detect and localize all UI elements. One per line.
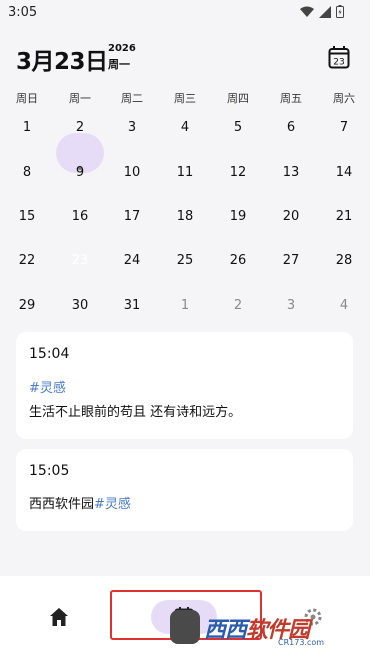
weekday-fri: 周五 (280, 92, 302, 105)
calendar-day[interactable]: 7 (324, 113, 364, 143)
note-text-line: 西西软件园#灵感 (29, 493, 131, 512)
calendar-day-next-month[interactable]: 4 (324, 291, 364, 321)
calendar-day[interactable]: 9 (60, 158, 100, 188)
watermark-logo-icon (170, 610, 200, 644)
calendar-day-next-month[interactable]: 3 (271, 291, 311, 321)
calendar-day[interactable]: 31 (112, 291, 152, 321)
calendar-day-selected[interactable]: 23 (60, 246, 100, 276)
calendar-day[interactable]: 19 (218, 202, 258, 232)
watermark-url: CR173.com (278, 638, 325, 647)
calendar-day[interactable]: 5 (218, 113, 258, 143)
note-card[interactable]: 15:05 西西软件园#灵感 (16, 449, 353, 531)
calendar-day[interactable]: 14 (324, 158, 364, 188)
calendar-day[interactable]: 3 (112, 113, 152, 143)
status-time: 3:05 (8, 5, 38, 20)
signal-icon (319, 5, 331, 18)
weekday-thu: 周四 (227, 92, 249, 105)
note-card[interactable]: 15:04 #灵感 生活不止眼前的苟且 还有诗和远方。 (16, 332, 353, 439)
calendar-day[interactable]: 24 (112, 246, 152, 276)
weekday-sat: 周六 (333, 92, 355, 105)
calendar-day[interactable]: 11 (165, 158, 205, 188)
weekday-wed: 周三 (174, 92, 196, 105)
calendar-day[interactable]: 2 (60, 113, 100, 143)
note-time: 15:05 (29, 463, 70, 479)
calendar-grid: 1 2 3 4 5 6 7 8 9 10 11 12 13 14 15 16 1… (0, 108, 370, 324)
calendar-today-day: 23 (333, 58, 344, 68)
calendar-day[interactable]: 21 (324, 202, 364, 232)
calendar-day[interactable]: 26 (218, 246, 258, 276)
calendar-day[interactable]: 13 (271, 158, 311, 188)
calendar-day[interactable]: 4 (165, 113, 205, 143)
weekday-row: 周日 周一 周二 周三 周四 周五 周六 (0, 90, 370, 106)
note-tag[interactable]: #灵感 (94, 497, 131, 512)
calendar-day-next-month[interactable]: 1 (165, 291, 205, 321)
calendar-day[interactable]: 30 (60, 291, 100, 321)
watermark-part1: 西西 (204, 618, 247, 643)
calendar-day[interactable]: 6 (271, 113, 311, 143)
note-text: 生活不止眼前的苟且 还有诗和远方。 (29, 405, 242, 420)
note-text: 西西软件园 (29, 497, 95, 512)
calendar-day-next-month[interactable]: 2 (218, 291, 258, 321)
calendar-day[interactable]: 10 (112, 158, 152, 188)
calendar-day[interactable]: 22 (7, 246, 47, 276)
battery-icon (336, 5, 344, 18)
calendar-day[interactable]: 18 (165, 202, 205, 232)
note-time: 15:04 (29, 346, 70, 362)
current-date: 3月23日 (16, 49, 108, 75)
calendar-day[interactable]: 20 (271, 202, 311, 232)
calendar-day[interactable]: 17 (112, 202, 152, 232)
weekday-sun: 周日 (16, 92, 38, 105)
home-icon[interactable] (48, 606, 70, 628)
current-year: 2026 (108, 43, 136, 54)
status-icons (300, 5, 344, 18)
calendar-day[interactable]: 27 (271, 246, 311, 276)
note-tag[interactable]: #灵感 (29, 377, 66, 396)
weekday-mon: 周一 (69, 92, 91, 105)
calendar-day[interactable]: 16 (60, 202, 100, 232)
calendar-day[interactable]: 1 (7, 113, 47, 143)
watermark: 西西软件园 CR173.com (170, 608, 370, 648)
calendar-day[interactable]: 28 (324, 246, 364, 276)
calendar-day[interactable]: 15 (7, 202, 47, 232)
current-weekday: 周一 (108, 58, 130, 71)
calendar-day[interactable]: 29 (7, 291, 47, 321)
calendar-day[interactable]: 8 (7, 158, 47, 188)
calendar-day[interactable]: 25 (165, 246, 205, 276)
calendar-day[interactable]: 12 (218, 158, 258, 188)
calendar-today-button[interactable]: 23 (328, 45, 350, 69)
wifi-icon (300, 6, 314, 17)
date-header: 3月23日 2026 周一 23 (16, 40, 356, 76)
weekday-tue: 周二 (121, 92, 143, 105)
status-bar: 3:05 (0, 0, 370, 26)
